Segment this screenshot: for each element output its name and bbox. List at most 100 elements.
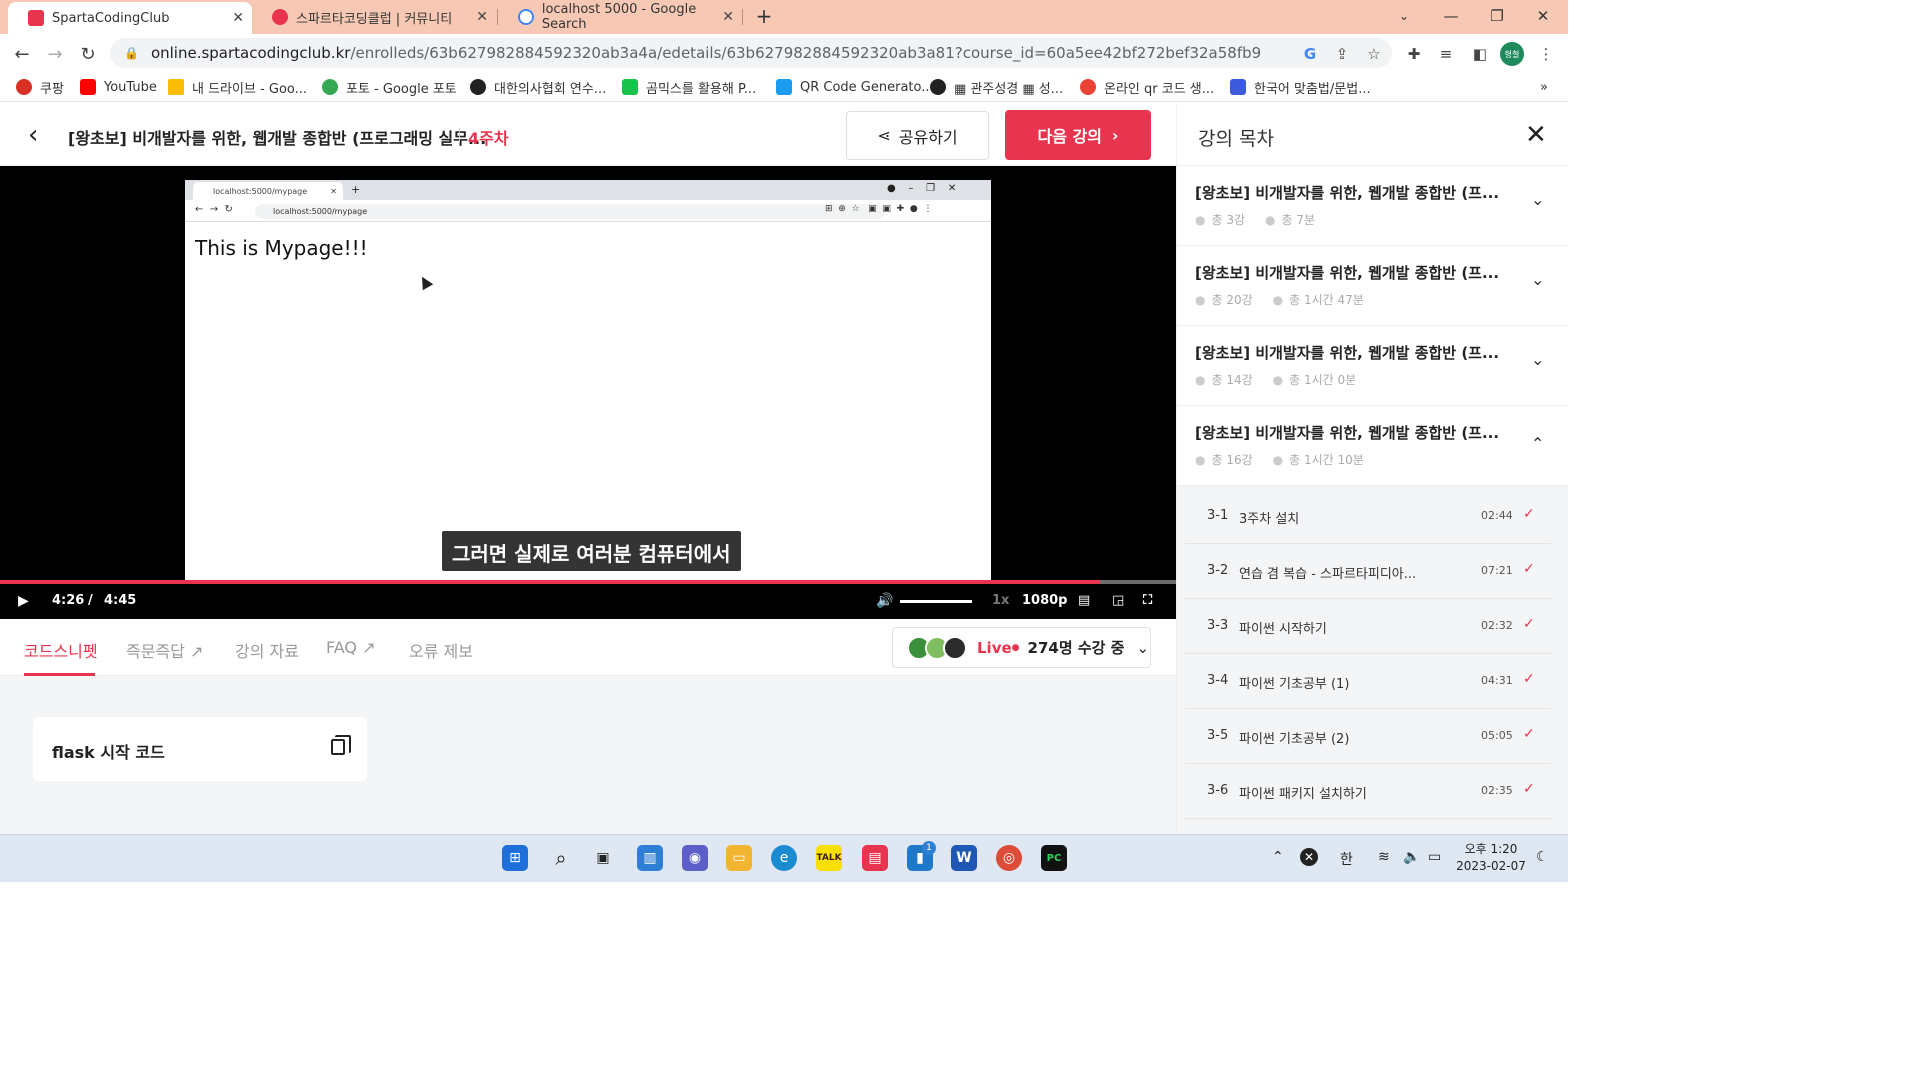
widgets-icon[interactable]: ▥ (637, 845, 663, 871)
inner-address-bar: localhost:5000/mypage (255, 204, 885, 219)
fullscreen-icon[interactable]: ⛶ (1143, 593, 1152, 608)
kakaotalk-icon[interactable]: TALK (816, 845, 842, 871)
time-separator: / (88, 593, 93, 608)
windows-taskbar: ⊞ ⌕ ▣ ▥ ◉ ▭ e TALK ▤ ▮ 1 W ◎ PC ⌃ ✕ 한 ≋ … (0, 834, 1568, 882)
back-arrow-icon[interactable]: ← (8, 40, 36, 68)
bookmark-bible[interactable]: ▦ 관주성경 ▦ 성... (930, 78, 1063, 97)
subtitle-caption: 그러면 실제로 여러분 컴퓨터에서 (442, 531, 741, 571)
lesson-item[interactable]: 3-4 파이썬 기초공부 (1) 04:31 ✓ (1185, 655, 1551, 709)
media-queue-icon[interactable]: ≡ (1434, 42, 1458, 66)
reload-icon[interactable]: ↻ (74, 40, 102, 68)
bookmark-kma[interactable]: 대한의사협회 연수... (470, 78, 606, 97)
back-chevron-icon[interactable]: ‹ (28, 120, 38, 150)
close-tab-icon[interactable]: ✕ (722, 9, 734, 25)
lesson-item[interactable]: 3-3 파이썬 시작하기 02:32 ✓ (1185, 600, 1551, 654)
close-window-icon[interactable]: ✕ (1520, 0, 1566, 32)
volume-slider[interactable] (900, 600, 972, 603)
lesson-count: 총 3강 (1195, 211, 1245, 228)
picture-in-picture-icon[interactable]: ◲ (1112, 593, 1124, 608)
tab-qna[interactable]: 즉문즉답 ↗ (126, 638, 203, 662)
wifi-icon[interactable]: ≋ (1378, 849, 1390, 865)
bookmark-coupang[interactable]: 쿠팡 (16, 78, 64, 97)
inner-window-controls: ● – ❐ ✕ (887, 183, 957, 194)
bookmarks-more-button[interactable]: » (1540, 78, 1548, 96)
bookmark-star-icon[interactable]: ☆ (1362, 42, 1386, 66)
tab-materials[interactable]: 강의 자료 (235, 638, 299, 662)
course-title: [왕초보] 비개발자를 위한, 웹개발 종합반 (프로그래밍 실무... (68, 129, 487, 148)
tray-overflow-chevron-icon[interactable]: ⌃ (1272, 849, 1284, 865)
tab-faq[interactable]: FAQ ↗ (326, 638, 375, 657)
week-section-4[interactable]: [왕초보] 비개발자를 위한, 웹개발 종합반 (프... 총 16강 총 1시간… (1177, 406, 1568, 486)
browser-tab-spartacodingclub[interactable]: SpartaCodingClub ✕ (8, 2, 252, 34)
quality-setting[interactable]: 1080p (1022, 593, 1068, 608)
live-dot-icon: ● (1011, 642, 1020, 653)
forward-arrow-icon[interactable]: → (41, 40, 69, 68)
chevron-up-icon: ⌃ (1531, 434, 1545, 453)
bookmark-google-drive[interactable]: 내 드라이브 - Goo... (168, 78, 307, 97)
system-clock[interactable]: 오후 1:20 2023-02-07 (1456, 841, 1526, 875)
minimize-window-icon[interactable]: — (1428, 0, 1474, 32)
close-tab-icon[interactable]: ✕ (476, 9, 488, 25)
google-translate-icon[interactable]: G (1298, 42, 1322, 66)
snippet-card[interactable]: flask 시작 코드 (33, 717, 367, 781)
lesson-item[interactable]: 3-1 3주차 설치 02:44 ✓ (1185, 490, 1551, 544)
week-meta: 총 3강 총 7분 (1195, 211, 1315, 228)
edge-icon[interactable]: e (771, 845, 797, 871)
sidebar-header: 강의 목차 ✕ (1177, 104, 1568, 166)
restore-window-icon[interactable]: ❐ (1474, 0, 1520, 32)
volume-icon[interactable]: 🔊 (876, 593, 893, 609)
bookmark-qr-generator[interactable]: QR Code Generato... (776, 78, 934, 96)
viewer-avatars (907, 635, 967, 660)
week-section-2[interactable]: [왕초보] 비개발자를 위한, 웹개발 종합반 (프... 총 20강 총 1시간… (1177, 246, 1568, 326)
lesson-item[interactable]: 3-6 파이썬 패키지 설치하기 02:35 ✓ (1185, 765, 1551, 819)
notification-moon-icon[interactable]: ☾ (1536, 849, 1549, 865)
browser-tab-community[interactable]: 스파르타코딩클럽 | 커뮤니티 ✕ (252, 0, 496, 34)
close-tab-icon[interactable]: ✕ (232, 10, 244, 26)
battery-icon[interactable]: ▭ (1428, 849, 1441, 865)
close-icon[interactable]: ✕ (1525, 120, 1547, 150)
bookmark-youtube[interactable]: YouTube (80, 78, 157, 96)
file-explorer-icon[interactable]: ▭ (726, 845, 752, 871)
share-button[interactable]: ⋖ 공유하기 (846, 111, 989, 160)
copy-icon[interactable] (331, 735, 351, 755)
side-panel-icon[interactable]: ◧ (1468, 42, 1492, 66)
week-section-1[interactable]: [왕초보] 비개발자를 위한, 웹개발 종합반 (프... 총 3강 총 7분 ⌄ (1177, 166, 1568, 246)
tab-search-chevron-icon[interactable]: ⌄ (1381, 0, 1427, 32)
browser-tab-google-search[interactable]: localhost 5000 - Google Search ✕ (498, 0, 742, 34)
share-page-icon[interactable]: ⇪ (1330, 42, 1354, 66)
bookmark-google-photos[interactable]: 포토 - Google 포토 (322, 78, 457, 97)
tab-code-snippet[interactable]: 코드스니펫 (24, 638, 98, 662)
tab-report-error[interactable]: 오류 제보 (409, 638, 473, 662)
tray-close-icon[interactable]: ✕ (1300, 848, 1318, 866)
pycharm-icon[interactable]: PC (1041, 845, 1067, 871)
chrome-icon[interactable]: ◎ (996, 845, 1022, 871)
subtitles-icon[interactable]: ▤ (1078, 593, 1090, 608)
task-view-icon[interactable]: ▣ (590, 845, 616, 871)
speaker-icon[interactable]: 🔈 (1403, 849, 1420, 865)
ime-indicator[interactable]: 한 (1340, 849, 1353, 869)
bookmark-gommix[interactable]: 곰믹스를 활용해 P... (622, 78, 756, 97)
bookmark-spellcheck[interactable]: 한국어 맞춤법/문법... (1230, 78, 1371, 97)
search-icon[interactable]: ⌕ (548, 845, 574, 871)
extensions-puzzle-icon[interactable]: ✚ (1402, 42, 1426, 66)
address-bar[interactable]: 🔒 online.spartacodingclub.kr/enrolleds/6… (110, 38, 1392, 68)
play-icon[interactable]: ▶ (18, 593, 29, 609)
profile-avatar[interactable]: 형철 (1500, 42, 1524, 66)
bookmark-qr-online[interactable]: 온라인 qr 코드 생... (1080, 78, 1214, 97)
lesson-item[interactable]: 3-2 연습 겸 복습 - 스파르타피디아... 07:21 ✓ (1185, 545, 1551, 599)
check-icon: ✓ (1523, 506, 1535, 522)
week-section-3[interactable]: [왕초보] 비개발자를 위한, 웹개발 종합반 (프... 총 14강 총 1시간… (1177, 326, 1568, 406)
live-count: 274명 수강 중 (1027, 639, 1125, 657)
next-lecture-button[interactable]: 다음 강의 › (1005, 110, 1151, 160)
video-player[interactable]: localhost:5000/mypage ✕ + ● – ❐ ✕ ← → ↻ … (0, 166, 1176, 619)
word-icon[interactable]: W (951, 845, 977, 871)
playback-speed[interactable]: 1x (992, 593, 1009, 608)
live-viewers-dropdown[interactable]: Live ● 274명 수강 중 ⌄ (892, 627, 1151, 668)
new-tab-plus-icon[interactable]: + (741, 0, 787, 32)
chrome-menu-icon[interactable]: ⋮ (1534, 42, 1558, 66)
chat-icon[interactable]: ◉ (682, 845, 708, 871)
inner-close-icon: ✕ (330, 186, 337, 196)
windows-start-icon[interactable]: ⊞ (502, 845, 528, 871)
lesson-item[interactable]: 3-5 파이썬 기초공부 (2) 05:05 ✓ (1185, 710, 1551, 764)
pdf-app-icon[interactable]: ▤ (862, 845, 888, 871)
